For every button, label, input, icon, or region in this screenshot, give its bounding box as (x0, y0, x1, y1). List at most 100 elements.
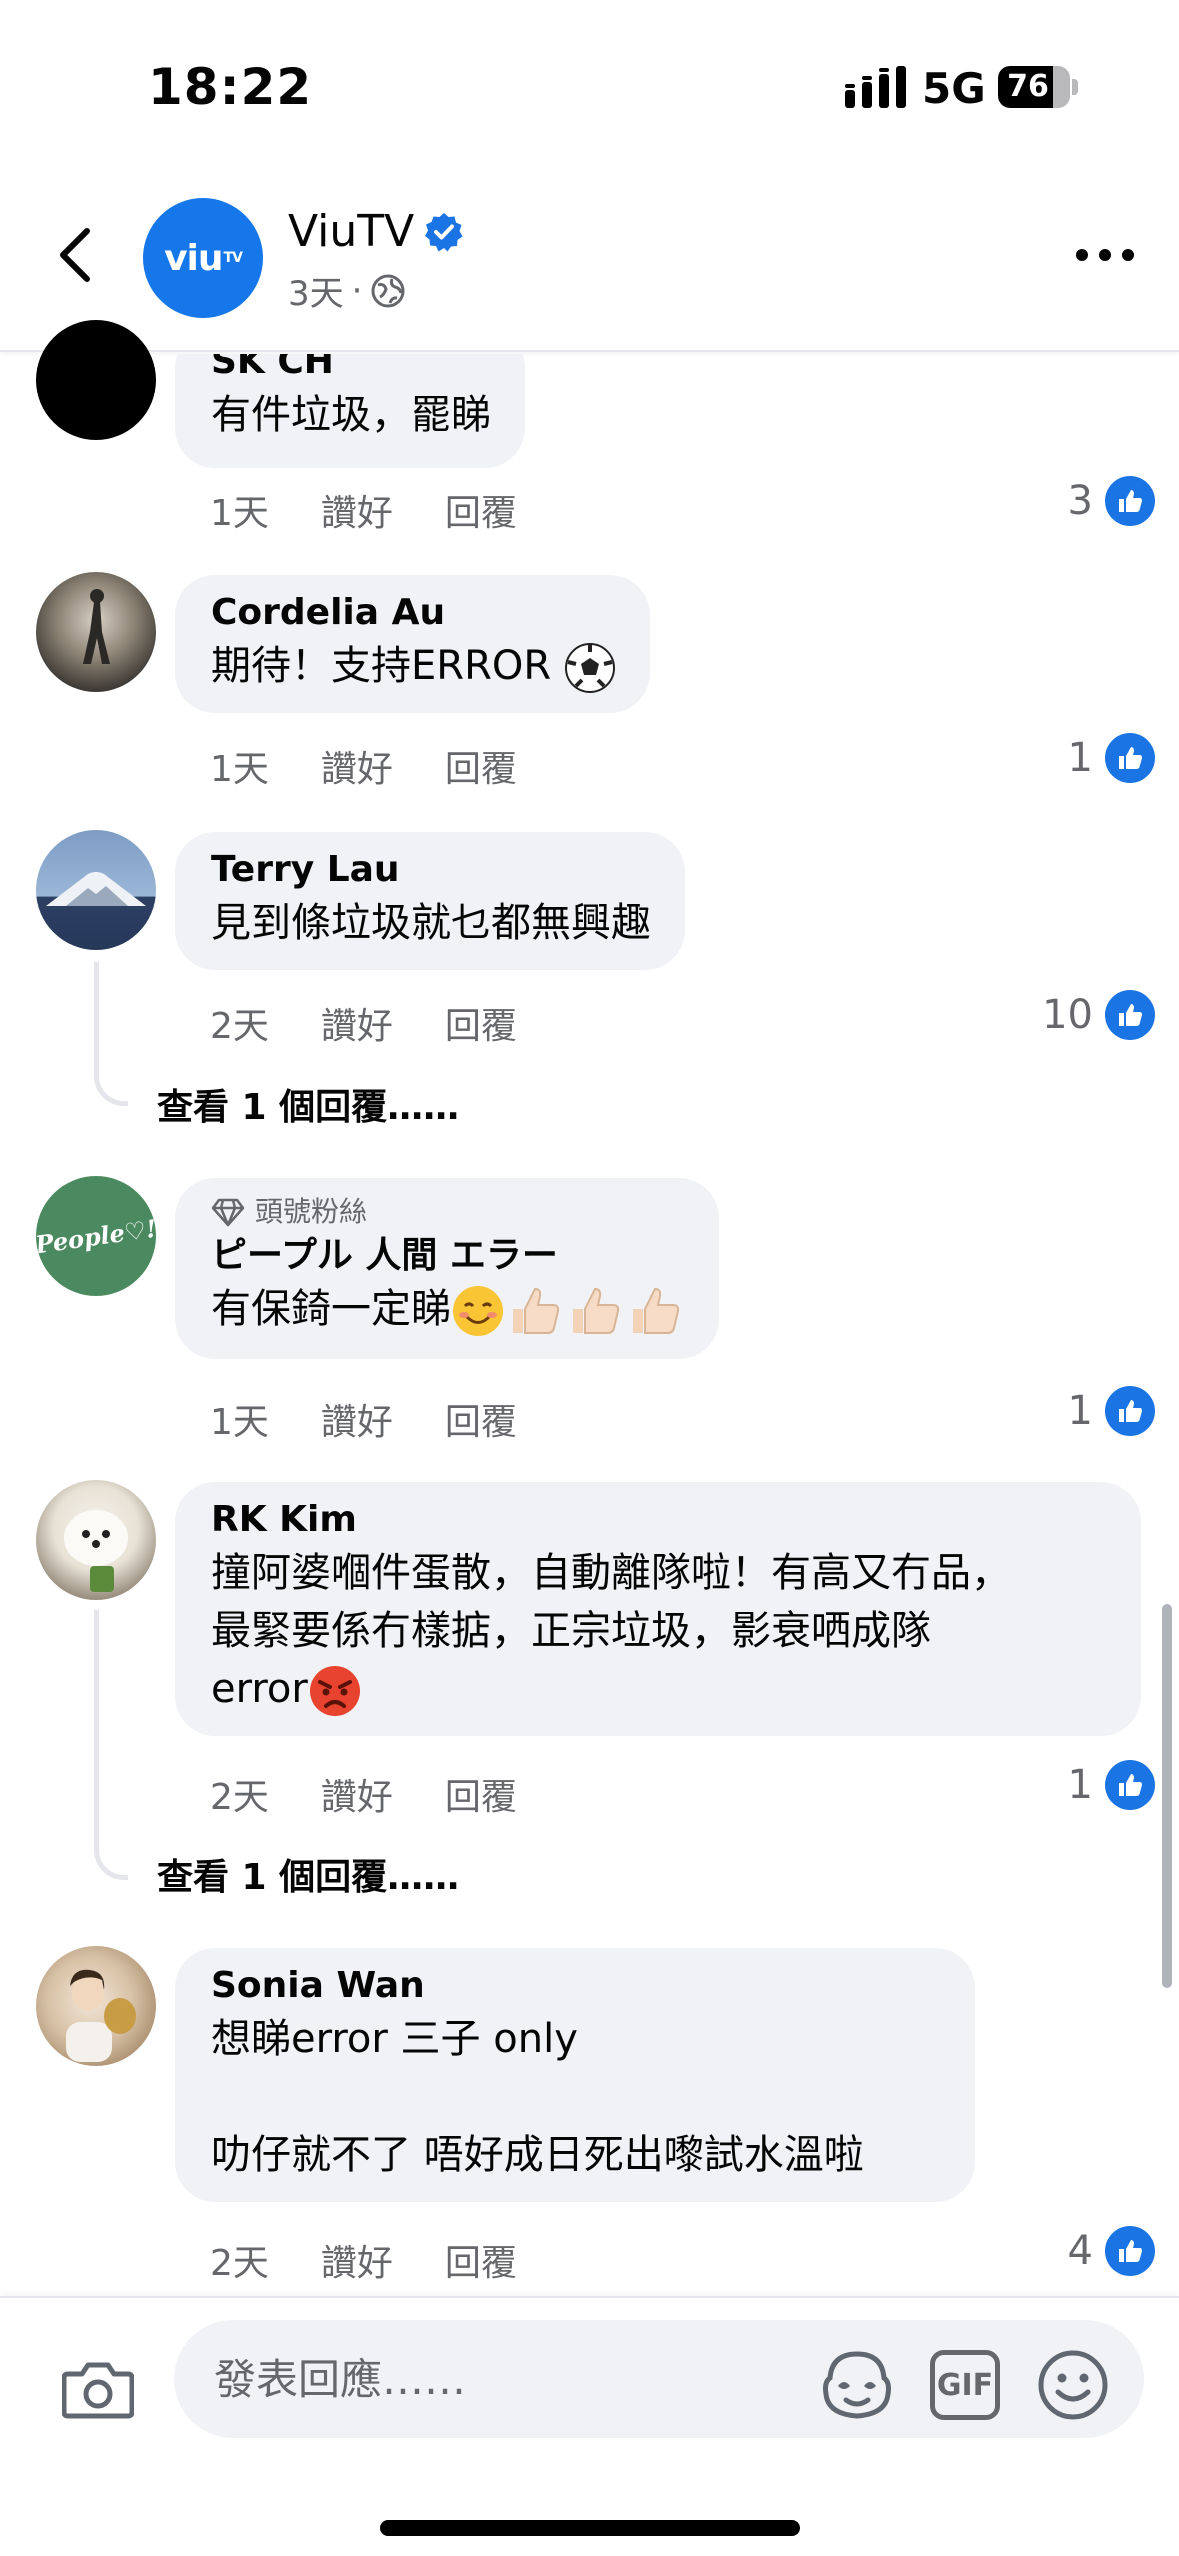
diamond-icon (211, 1198, 245, 1227)
commenter-name[interactable]: ピープル 人間 エラー (211, 1232, 685, 1280)
meta-separator: · (351, 270, 363, 311)
comment-avatar[interactable]: People♡! (36, 1176, 156, 1296)
commenter-name[interactable]: RK Kim (211, 1496, 1107, 1544)
comment-text: 有件垃圾，罷睇 (211, 392, 491, 438)
scrollbar[interactable] (1162, 1604, 1172, 1988)
reaction-count[interactable]: 10 (1042, 990, 1155, 1040)
comment-time: 2天 (210, 1006, 269, 1047)
reply-button[interactable]: 回覆 (445, 1393, 517, 1445)
comment-avatar[interactable] (36, 830, 156, 950)
comment-actions: 1天 讚好 回覆 (210, 1393, 517, 1445)
comment-actions: 1天 讚好 回覆 (210, 740, 517, 792)
comment-avatar[interactable] (36, 1480, 156, 1600)
reaction-count[interactable]: 1 (1068, 1760, 1155, 1810)
post-header: viu TV ViuTV 3天 · (0, 190, 1179, 352)
comment-actions: 2天 讚好 回覆 (210, 2234, 517, 2286)
comment-avatar[interactable] (36, 572, 156, 692)
comment-time: 1天 (210, 493, 269, 534)
like-button[interactable]: 讚好 (321, 1768, 393, 1820)
camera-icon (62, 2362, 134, 2419)
like-button[interactable]: 讚好 (321, 484, 393, 536)
reply-button[interactable]: 回覆 (445, 997, 517, 1049)
reply-button[interactable]: 回覆 (445, 1768, 517, 1820)
like-button[interactable]: 讚好 (321, 740, 393, 792)
comment-bubble[interactable]: Terry Lau 見到條垃圾就乜都無興趣 (175, 832, 685, 970)
chevron-left-icon (60, 228, 90, 282)
comment-actions: 1天 讚好 回覆 (210, 484, 517, 536)
comment-bubble[interactable]: 頭號粉絲 ピープル 人間 エラー 有保錡一定睇 (175, 1178, 719, 1359)
like-reaction-icon (1105, 1760, 1155, 1810)
network-type: 5G (922, 64, 986, 113)
comment-time: 2天 (210, 2243, 269, 2284)
like-count: 4 (1067, 2228, 1093, 2274)
camera-button[interactable] (60, 2352, 136, 2428)
comment-text-line: error (211, 1660, 1107, 1718)
back-button[interactable] (40, 220, 110, 290)
badge-label: 頭號粉絲 (255, 1195, 368, 1228)
comment-text-line: 最緊要係冇樣掂，正宗垃圾，影衰哂成隊 (211, 1608, 931, 1654)
comment-text-line: 叻仔就不了 唔好成日死出嚟試水溫啦 (211, 2132, 864, 2178)
comment-time: 1天 (210, 1402, 269, 1443)
reply-button[interactable]: 回覆 (445, 740, 517, 792)
like-count: 1 (1067, 1388, 1093, 1434)
comment-time: 1天 (210, 749, 269, 790)
like-count: 3 (1067, 478, 1093, 524)
post-age: 3天 (288, 274, 344, 314)
more-options-button[interactable] (1070, 230, 1140, 280)
view-replies-link[interactable]: 查看 1 個回覆…… (157, 1078, 459, 1130)
emoji-picker-icon[interactable] (1036, 2348, 1110, 2422)
reaction-count[interactable]: 1 (1068, 733, 1155, 783)
like-button[interactable]: 讚好 (321, 997, 393, 1049)
comment-text-content: error (211, 1666, 308, 1712)
reaction-count[interactable]: 1 (1068, 1386, 1155, 1436)
reaction-count[interactable]: 3 (1068, 476, 1155, 526)
reply-button[interactable]: 回覆 (445, 484, 517, 536)
like-count: 1 (1067, 735, 1093, 781)
like-button[interactable]: 讚好 (321, 2234, 393, 2286)
like-reaction-icon (1105, 990, 1155, 1040)
globe-icon (371, 274, 405, 307)
comment-text: 有保錡一定睇 (211, 1280, 685, 1341)
comment-bubble[interactable]: Cordelia Au 期待！支持ERROR (175, 575, 650, 713)
thumbs-up-icon (573, 1287, 620, 1334)
post-meta: 3天 · (288, 266, 406, 315)
commenter-name[interactable]: Terry Lau (211, 846, 651, 894)
comment-composer: GIF (0, 2296, 1179, 2556)
verified-badge-icon (425, 213, 463, 252)
reply-thread-line (94, 962, 128, 1106)
comment-text: 見到條垃圾就乜都無興趣 (211, 900, 651, 946)
home-indicator[interactable] (380, 2520, 800, 2536)
top-fan-badge: 頭號粉絲 (211, 1192, 685, 1232)
comment-bubble[interactable]: RK Kim 撞阿婆嗰件蛋散，自動離隊啦！有高又冇品， 最緊要係冇樣掂，正宗垃圾… (175, 1482, 1141, 1736)
comment-text-content: 有保錡一定睇 (211, 1286, 451, 1332)
comment-text-line: 撞阿婆嗰件蛋散，自動離隊啦！有高又冇品， (211, 1550, 1011, 1596)
like-count: 1 (1067, 1762, 1093, 1808)
thumbs-up-icon (633, 1287, 680, 1334)
reply-thread-line (94, 1610, 128, 1880)
like-reaction-icon (1105, 733, 1155, 783)
page-name[interactable]: ViuTV (288, 206, 414, 257)
reply-button[interactable]: 回覆 (445, 2234, 517, 2286)
comment-text-line (211, 2068, 941, 2126)
comment-avatar[interactable] (36, 320, 156, 440)
gif-button[interactable]: GIF (930, 2350, 1000, 2420)
avatar-logo-text: viu (164, 237, 223, 279)
avatar-sticker-icon[interactable] (820, 2348, 894, 2422)
soccer-ball-icon (564, 643, 615, 693)
more-horizontal-icon (1076, 249, 1134, 261)
comment-bubble[interactable]: Sonia Wan 想睇error 三子 only 叻仔就不了 唔好成日死出嚟試… (175, 1948, 975, 2202)
smiling-face-icon (453, 1286, 503, 1336)
comment-actions: 2天 讚好 回覆 (210, 1768, 517, 1820)
comment-avatar[interactable] (36, 1946, 156, 2066)
gif-label: GIF (936, 2367, 994, 2403)
view-replies-link[interactable]: 查看 1 個回覆…… (157, 1848, 459, 1900)
battery-icon: 76 (998, 66, 1078, 108)
page-avatar[interactable]: viu TV (143, 198, 263, 318)
comment-text-line: 想睇error 三子 only (211, 2016, 578, 2062)
commenter-name[interactable]: Cordelia Au (211, 589, 616, 637)
cellular-signal-icon (845, 66, 906, 108)
commenter-name[interactable]: Sonia Wan (211, 1962, 941, 2010)
reaction-count[interactable]: 4 (1068, 2226, 1155, 2276)
like-button[interactable]: 讚好 (321, 1393, 393, 1445)
like-reaction-icon (1105, 2226, 1155, 2276)
